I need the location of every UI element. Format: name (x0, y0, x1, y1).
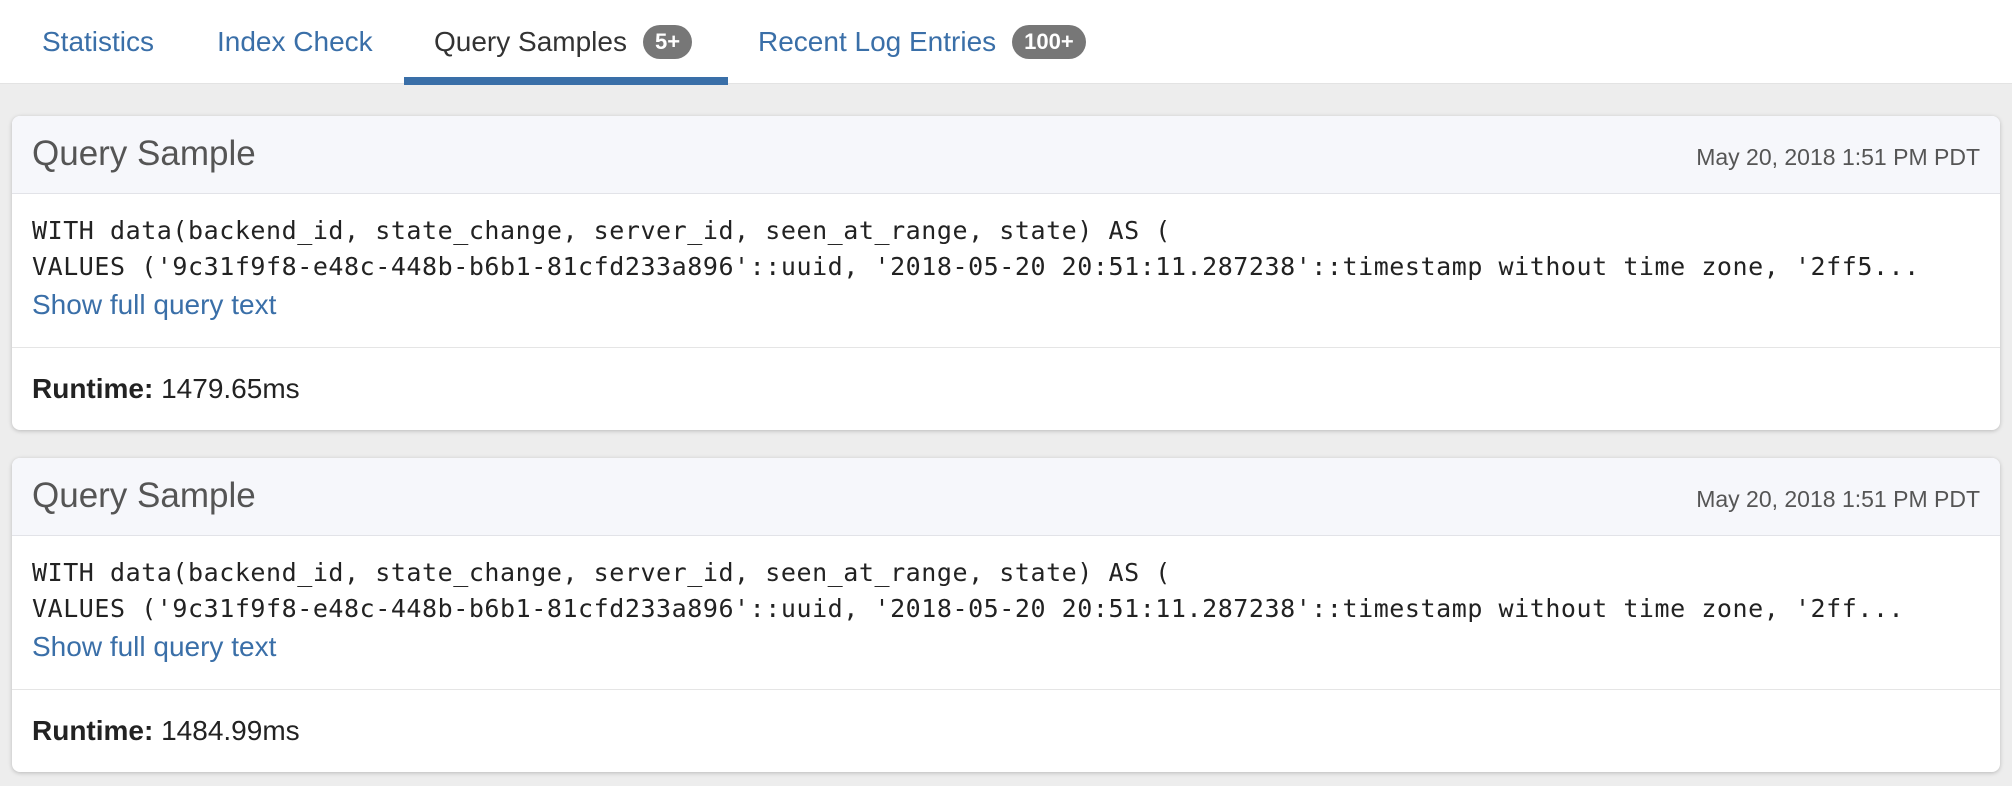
query-sample-card: Query Sample May 20, 2018 1:51 PM PDT WI… (12, 116, 2000, 430)
card-footer: Runtime: 1479.65ms (12, 348, 2000, 430)
show-full-query-link[interactable]: Show full query text (32, 630, 276, 664)
card-title: Query Sample (32, 476, 256, 515)
card-title: Query Sample (32, 134, 256, 173)
sample-timestamp: May 20, 2018 1:51 PM PDT (1696, 144, 1980, 170)
tab-recent-log-entries-label: Recent Log Entries (758, 26, 997, 57)
active-tab-indicator (404, 77, 728, 85)
tab-query-samples-label: Query Samples (434, 26, 627, 57)
card-footer: Runtime: 1484.99ms (12, 690, 2000, 772)
query-samples-count-badge: 5+ (642, 25, 693, 59)
card-body: WITH data(backend_id, state_change, serv… (12, 536, 2000, 690)
card-header: Query Sample May 20, 2018 1:51 PM PDT (12, 458, 2000, 536)
tab-query-samples[interactable]: Query Samples 5+ (404, 0, 728, 85)
tab-recent-log-entries[interactable]: Recent Log Entries 100+ (758, 0, 1086, 84)
tab-bar: Statistics Index Check Query Samples 5+ … (0, 0, 2012, 85)
query-sample-card: Query Sample May 20, 2018 1:51 PM PDT WI… (12, 458, 2000, 772)
show-full-query-link[interactable]: Show full query text (32, 288, 276, 322)
sample-timestamp: May 20, 2018 1:51 PM PDT (1696, 486, 1980, 512)
tab-index-check-label: Index Check (217, 26, 373, 57)
runtime-value: 1484.99ms (161, 715, 300, 746)
tab-index-check[interactable]: Index Check (217, 0, 373, 84)
runtime-label: Runtime: (32, 715, 154, 746)
log-entries-count-badge: 100+ (1012, 25, 1086, 59)
tab-statistics-label: Statistics (42, 26, 155, 57)
runtime-label: Runtime: (32, 373, 154, 404)
runtime-row: Runtime: 1484.99ms (32, 714, 300, 748)
query-text-line-1: WITH data(backend_id, state_change, serv… (32, 558, 1171, 587)
tab-statistics[interactable]: Statistics (42, 0, 154, 84)
card-header: Query Sample May 20, 2018 1:51 PM PDT (12, 116, 2000, 194)
runtime-row: Runtime: 1479.65ms (32, 372, 300, 406)
runtime-value: 1479.65ms (161, 373, 300, 404)
card-body: WITH data(backend_id, state_change, serv… (12, 194, 2000, 348)
query-text-line-2: VALUES ('9c31f9f8-e48c-448b-b6b1-81cfd23… (32, 252, 1920, 281)
query-text-line-2: VALUES ('9c31f9f8-e48c-448b-b6b1-81cfd23… (32, 594, 1905, 623)
query-text-line-1: WITH data(backend_id, state_change, serv… (32, 216, 1171, 245)
